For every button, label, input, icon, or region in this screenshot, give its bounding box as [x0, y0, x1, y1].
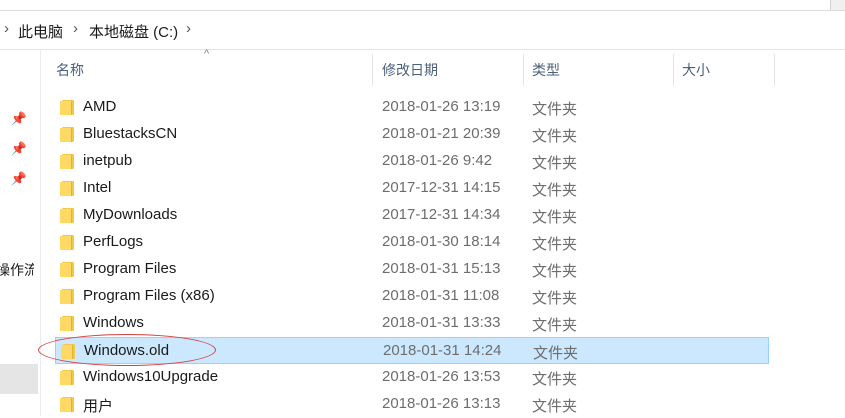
folder-icon — [60, 181, 74, 196]
file-date: 2018-01-31 13:33 — [382, 314, 501, 331]
file-type: 文件夹 — [532, 155, 578, 172]
pin-icon[interactable]: 📌 — [10, 110, 28, 128]
file-date: 2018-01-26 13:53 — [382, 368, 501, 385]
file-date: 2018-01-26 13:19 — [382, 98, 501, 115]
column-divider[interactable] — [523, 54, 524, 86]
breadcrumb-this-pc[interactable]: 此电脑 — [18, 21, 63, 42]
file-type: 文件夹 — [532, 263, 578, 280]
file-name: BluestacksCN — [83, 125, 178, 142]
file-date: 2018-01-31 14:24 — [383, 342, 502, 359]
nav-item-label[interactable]: 操作流 — [0, 260, 34, 280]
chevron-right-icon[interactable]: › — [73, 20, 78, 37]
sort-ascending-icon: ^ — [204, 48, 210, 60]
file-row-selected[interactable]: Windows.old 2018-01-31 14:24 文件夹 — [55, 337, 769, 364]
folder-icon — [60, 262, 74, 277]
file-type: 文件夹 — [532, 236, 578, 253]
file-date: 2018-01-26 9:42 — [382, 152, 493, 169]
file-type: 文件夹 — [532, 317, 578, 334]
pin-icon[interactable]: 📌 — [10, 140, 28, 158]
folder-icon — [60, 127, 74, 142]
column-header-date[interactable]: 修改日期 — [382, 50, 438, 90]
file-row[interactable]: Program Files 2018-01-31 15:13 文件夹 — [48, 256, 770, 283]
column-divider[interactable] — [673, 54, 674, 86]
column-header-size[interactable]: 大小 — [682, 50, 710, 90]
file-name: Intel — [83, 179, 112, 196]
nav-selected-item[interactable] — [0, 364, 38, 394]
file-name: MyDownloads — [83, 206, 178, 223]
folder-icon — [61, 344, 75, 359]
file-row[interactable]: PerfLogs 2018-01-30 18:14 文件夹 — [48, 229, 770, 256]
column-header-name[interactable]: 名称 — [56, 50, 84, 90]
file-type: 文件夹 — [532, 182, 578, 199]
file-name: PerfLogs — [83, 233, 144, 250]
file-date: 2017-12-31 14:34 — [382, 206, 501, 223]
file-type: 文件夹 — [532, 371, 578, 388]
file-row[interactable]: BluestacksCN 2018-01-21 20:39 文件夹 — [48, 121, 770, 148]
column-divider[interactable] — [774, 54, 775, 86]
file-name: Program Files (x86) — [83, 287, 215, 304]
file-row[interactable]: Intel 2017-12-31 14:15 文件夹 — [48, 175, 770, 202]
column-header-type[interactable]: 类型 — [532, 50, 560, 90]
file-type: 文件夹 — [533, 345, 579, 362]
folder-icon — [60, 100, 74, 115]
ribbon-collapse-area — [830, 0, 845, 10]
ribbon-edge — [0, 0, 845, 11]
file-date: 2017-12-31 14:15 — [382, 179, 501, 196]
file-date: 2018-01-30 18:14 — [382, 233, 501, 250]
folder-icon — [60, 208, 74, 223]
chevron-right-icon[interactable]: › — [4, 20, 9, 37]
file-row[interactable]: Program Files (x86) 2018-01-31 11:08 文件夹 — [48, 283, 770, 310]
file-type: 文件夹 — [532, 398, 578, 415]
file-row[interactable]: Windows10Upgrade 2018-01-26 13:53 文件夹 — [48, 364, 770, 391]
file-date: 2018-01-26 13:13 — [382, 395, 501, 412]
column-headers: ^ 名称 修改日期 类型 大小 — [48, 48, 845, 90]
file-row[interactable]: inetpub 2018-01-26 9:42 文件夹 — [48, 148, 770, 175]
folder-icon — [60, 370, 74, 385]
file-type: 文件夹 — [532, 209, 578, 226]
file-type: 文件夹 — [532, 290, 578, 307]
chevron-right-icon[interactable]: › — [186, 20, 191, 37]
file-type: 文件夹 — [532, 101, 578, 118]
folder-icon — [60, 316, 74, 331]
file-row[interactable]: MyDownloads 2017-12-31 14:34 文件夹 — [48, 202, 770, 229]
file-name: Windows10Upgrade — [83, 368, 219, 385]
file-row[interactable]: Windows 2018-01-31 13:33 文件夹 — [48, 310, 770, 337]
breadcrumb-local-disk[interactable]: 本地磁盘 (C:) — [89, 21, 178, 42]
file-name: Windows.old — [84, 342, 170, 359]
folder-icon — [60, 289, 74, 304]
folder-icon — [60, 397, 74, 412]
file-name: 用户 — [83, 398, 114, 415]
file-date: 2018-01-21 20:39 — [382, 125, 501, 142]
file-name: AMD — [83, 98, 117, 115]
folder-icon — [60, 235, 74, 250]
file-date: 2018-01-31 11:08 — [382, 287, 500, 304]
file-name: inetpub — [83, 152, 133, 169]
file-name: Windows — [83, 314, 144, 331]
file-date: 2018-01-31 15:13 — [382, 260, 501, 277]
file-type: 文件夹 — [532, 128, 578, 145]
file-row[interactable]: AMD 2018-01-26 13:19 文件夹 — [48, 94, 770, 121]
navigation-pane[interactable]: 📌 📌 📌 操作流 — [0, 50, 41, 416]
pin-icon[interactable]: 📌 — [10, 170, 28, 188]
file-name: Program Files — [83, 260, 177, 277]
column-divider[interactable] — [372, 54, 373, 86]
folder-icon — [60, 154, 74, 169]
address-bar[interactable]: › 此电脑 › 本地磁盘 (C:) › — [0, 11, 845, 50]
file-row[interactable]: 用户 2018-01-26 13:13 文件夹 — [48, 391, 770, 418]
